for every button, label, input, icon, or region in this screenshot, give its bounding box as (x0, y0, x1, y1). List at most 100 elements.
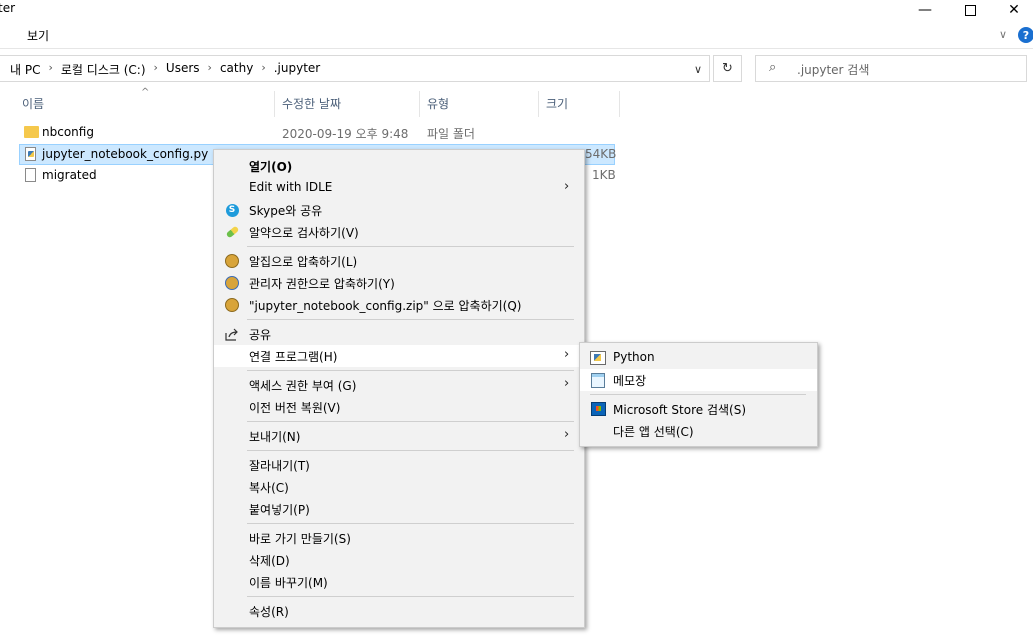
breadcrumb-this-pc[interactable]: 내 PC (10, 61, 40, 78)
ribbon-divider (0, 48, 1033, 49)
menu-item-create-shortcut[interactable]: 바로 가기 만들기(S) (214, 527, 584, 549)
menu-item-open-with[interactable]: 연결 프로그램(H) › (214, 345, 584, 367)
menu-item-label: Edit with IDLE (249, 180, 333, 194)
address-history-dropdown[interactable]: ∨ (690, 60, 706, 78)
menu-item-label: 연결 프로그램(H) (249, 350, 338, 364)
menu-item-label: 잘라내기(T) (249, 459, 310, 473)
skype-icon: S (224, 202, 240, 218)
file-name: nbconfig (42, 125, 94, 139)
menu-item-properties[interactable]: 속성(R) (214, 600, 584, 622)
menu-item-label: 붙여넣기(P) (249, 503, 310, 517)
submenu-item-label: Python (613, 350, 655, 364)
menu-item-label: 이름 바꾸기(M) (249, 576, 328, 590)
menu-item-label: 관리자 권한으로 압축하기(Y) (249, 277, 395, 291)
alzip-icon (224, 297, 240, 313)
menu-item-restore-versions[interactable]: 이전 버전 복원(V) (214, 396, 584, 418)
column-divider[interactable] (419, 91, 420, 117)
menu-item-label: 열기(O) (249, 160, 293, 174)
menu-item-send-to[interactable]: 보내기(N) › (214, 425, 584, 447)
menu-item-cut[interactable]: 잘라내기(T) (214, 454, 584, 476)
share-icon (224, 326, 240, 342)
column-header-date[interactable]: 수정한 날짜 (282, 95, 341, 112)
menu-item-skype-share[interactable]: S Skype와 공유 (214, 199, 584, 221)
menu-separator (247, 319, 574, 320)
menu-item-alzip-compress[interactable]: 알집으로 압축하기(L) (214, 250, 584, 272)
submenu-item-label: 다른 앱 선택(C) (613, 425, 694, 439)
menu-item-open[interactable]: 열기(O) (214, 155, 584, 177)
ribbon-expand-button[interactable]: ∨ (999, 28, 1007, 41)
file-name: jupyter_notebook_config.py (42, 147, 209, 161)
breadcrumb-users[interactable]: Users (166, 61, 200, 78)
column-divider[interactable] (619, 91, 620, 117)
breadcrumb-cathy[interactable]: cathy (220, 61, 253, 78)
maximize-icon (964, 4, 976, 16)
refresh-icon: ↻ (722, 61, 733, 76)
close-icon: ✕ (1008, 2, 1020, 18)
menu-item-label: 보내기(N) (249, 430, 301, 444)
file-date: 2020-09-19 오후 9:48 (282, 127, 409, 141)
chevron-right-icon: › (564, 376, 570, 391)
file-size: 1KB (592, 168, 616, 182)
help-icon[interactable]: ? (1018, 27, 1033, 43)
alzip-icon (224, 253, 240, 269)
minimize-icon: — (918, 2, 932, 18)
tab-view[interactable]: 보기 (27, 27, 49, 44)
submenu-item-label: 메모장 (613, 374, 647, 388)
search-input[interactable] (755, 55, 1027, 82)
column-divider[interactable] (538, 91, 539, 117)
submenu-item-label: Microsoft Store 검색(S) (613, 403, 747, 417)
title-bar: ter — ✕ (0, 0, 1033, 20)
chevron-right-icon: › (564, 347, 570, 362)
menu-item-paste[interactable]: 붙여넣기(P) (214, 498, 584, 520)
column-header-type[interactable]: 유형 (427, 95, 449, 112)
chevron-right-icon: › (564, 179, 570, 194)
menu-item-admin-compress[interactable]: 관리자 권한으로 압축하기(Y) (214, 272, 584, 294)
menu-item-label: 이전 버전 복원(V) (249, 401, 341, 415)
menu-item-grant-access[interactable]: 액세스 권한 부여 (G) › (214, 374, 584, 396)
menu-item-rename[interactable]: 이름 바꾸기(M) (214, 571, 584, 593)
alzip-admin-icon (224, 275, 240, 291)
python-icon (590, 350, 606, 366)
menu-item-share[interactable]: 공유 (214, 323, 584, 345)
search-icon: ⌕ (769, 60, 777, 75)
folder-icon (24, 126, 39, 138)
open-with-submenu: Python 메모장 Microsoft Store 검색(S) 다른 앱 선택… (579, 342, 818, 447)
menu-item-edit-with-idle[interactable]: Edit with IDLE › (214, 177, 584, 199)
menu-item-label: 바로 가기 만들기(S) (249, 532, 351, 546)
breadcrumb-separator-icon[interactable]: › (208, 61, 212, 78)
column-header-size[interactable]: 크기 (546, 95, 568, 112)
chevron-right-icon: › (564, 427, 570, 442)
menu-item-label: 액세스 권한 부여 (G) (249, 379, 357, 393)
menu-item-label: 알집으로 압축하기(L) (249, 255, 358, 269)
menu-item-label: 공유 (249, 328, 272, 342)
breadcrumb-jupyter[interactable]: .jupyter (274, 61, 321, 78)
menu-separator (247, 246, 574, 247)
menu-item-delete[interactable]: 삭제(D) (214, 549, 584, 571)
menu-item-zip-compress[interactable]: "jupyter_notebook_config.zip" 으로 압축하기(Q) (214, 294, 584, 316)
sort-ascending-icon: ^ (141, 87, 150, 98)
maximize-button[interactable] (947, 0, 993, 20)
menu-item-alyac-scan[interactable]: 알약으로 검사하기(V) (214, 221, 584, 243)
breadcrumb-local-disk[interactable]: 로컬 디스크 (C:) (61, 61, 146, 78)
column-header-name[interactable]: 이름 (22, 95, 44, 112)
breadcrumb-separator-icon[interactable]: › (154, 61, 158, 78)
refresh-button[interactable]: ↻ (713, 55, 742, 82)
submenu-item-python[interactable]: Python (580, 347, 817, 369)
submenu-separator (590, 394, 806, 395)
submenu-item-notepad[interactable]: 메모장 (580, 369, 817, 391)
context-menu: 열기(O) Edit with IDLE › S Skype와 공유 알약으로 … (213, 149, 585, 628)
menu-item-copy[interactable]: 복사(C) (214, 476, 584, 498)
notepad-icon (590, 372, 606, 388)
breadcrumb-separator-icon[interactable]: › (261, 61, 265, 78)
menu-item-label: "jupyter_notebook_config.zip" 으로 압축하기(Q) (249, 299, 522, 313)
menu-separator (247, 421, 574, 422)
window-title: ter (0, 1, 16, 15)
close-button[interactable]: ✕ (991, 0, 1033, 20)
menu-separator (247, 450, 574, 451)
column-divider[interactable] (274, 91, 275, 117)
submenu-item-store-search[interactable]: Microsoft Store 검색(S) (580, 398, 817, 420)
submenu-item-choose-app[interactable]: 다른 앱 선택(C) (580, 420, 817, 442)
minimize-button[interactable]: — (902, 0, 948, 20)
breadcrumb-separator-icon[interactable]: › (48, 61, 52, 78)
menu-item-label: 알약으로 검사하기(V) (249, 226, 359, 240)
